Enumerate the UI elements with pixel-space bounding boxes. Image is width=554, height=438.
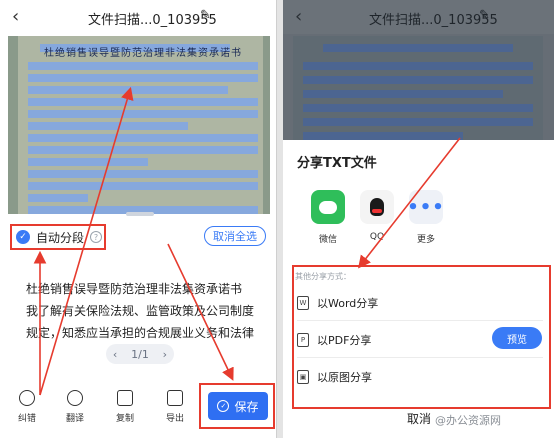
copy-icon: [117, 390, 133, 406]
recognized-text-line[interactable]: 规定，知悉应当承担的合规展业义务和法律: [26, 324, 254, 341]
export-tool[interactable]: 导出: [160, 390, 190, 424]
share-image-option[interactable]: ▣ 以原图分享: [297, 369, 372, 385]
word-icon: W: [297, 296, 309, 310]
dimmed-top-bar: ‹ 文件扫描...0_103955 ✎: [283, 0, 554, 34]
qq-icon: [360, 190, 394, 224]
divider: [297, 320, 543, 321]
save-button[interactable]: ✓ 保存: [208, 392, 268, 420]
correct-label: 纠错: [17, 414, 36, 424]
dimmed-document: [293, 36, 543, 140]
cancel-button[interactable]: 取消: [407, 410, 431, 427]
share-option-label: 以Word分享: [317, 297, 379, 310]
auto-paragraph-toggle[interactable]: ✓ 自动分段 ?: [10, 224, 106, 250]
back-arrow-icon[interactable]: ‹: [295, 6, 302, 27]
copy-label: 复制: [115, 414, 134, 424]
left-screen: ‹ 文件扫描...0_103955 ✎ 杜绝销售误导暨防范治理非法集资承诺书 ✓…: [0, 0, 277, 438]
share-option-label: 以原图分享: [317, 371, 372, 384]
correct-tool[interactable]: 纠错: [12, 390, 42, 424]
correct-icon: [19, 390, 35, 406]
page-pager: ‹ 1/1 ›: [106, 344, 174, 364]
recognized-text-line[interactable]: 我了解有关保险法规、监管政策及公司制度: [26, 302, 254, 319]
share-wechat[interactable]: 微信: [309, 190, 347, 245]
drag-handle[interactable]: [126, 212, 154, 216]
export-label: 导出: [165, 414, 184, 424]
cancel-select-all-button[interactable]: 取消全选: [204, 226, 266, 246]
watermark: @办公资源网: [435, 414, 501, 427]
top-bar: ‹ 文件扫描...0_103955 ✎: [0, 0, 276, 34]
check-circle-icon: ✓: [16, 230, 30, 244]
dimmed-background: ‹ 文件扫描...0_103955 ✎: [283, 0, 554, 140]
more-icon: •••: [407, 190, 444, 224]
translate-label: 翻译: [65, 414, 84, 424]
save-label: 保存: [234, 399, 259, 414]
copy-tool[interactable]: 复制: [110, 390, 140, 424]
export-icon: [167, 390, 183, 406]
edit-pencil-icon[interactable]: ✎: [479, 8, 490, 23]
divider: [297, 357, 543, 358]
check-icon: ✓: [217, 400, 230, 412]
share-sheet-title: 分享TXT文件: [297, 156, 377, 171]
edit-pencil-icon[interactable]: ✎: [200, 8, 211, 23]
translate-tool[interactable]: 翻译: [60, 390, 90, 424]
file-title: 文件扫描...0_103955: [88, 13, 217, 28]
recognized-text-line[interactable]: 杜绝销售误导暨防范治理非法集资承诺书: [26, 280, 242, 297]
help-icon[interactable]: ?: [90, 231, 103, 243]
share-app-name: QQ: [369, 232, 385, 242]
translate-icon: [67, 390, 83, 406]
share-app-name: 微信: [318, 235, 337, 245]
image-icon: ▣: [297, 370, 309, 384]
share-app-name: 更多: [416, 235, 435, 245]
auto-paragraph-label: 自动分段: [36, 230, 85, 245]
share-option-label: 以PDF分享: [317, 334, 372, 347]
share-qq[interactable]: QQ: [358, 190, 396, 242]
right-screen: ‹ 文件扫描...0_103955 ✎ 分享TXT文件 微信 QQ ••• 更多: [283, 0, 554, 438]
document-heading: 杜绝销售误导暨防范治理非法集资承诺书: [44, 48, 242, 59]
wechat-icon: [311, 190, 345, 224]
prev-page-icon[interactable]: ‹: [113, 348, 117, 361]
scanned-document-image: 杜绝销售误导暨防范治理非法集资承诺书: [8, 36, 270, 214]
share-pdf-option[interactable]: P 以PDF分享: [297, 332, 371, 348]
next-page-icon[interactable]: ›: [163, 348, 167, 361]
page-indicator: 1/1: [131, 347, 149, 361]
pdf-icon: P: [297, 333, 309, 347]
share-more[interactable]: ••• 更多: [407, 190, 445, 245]
preview-button[interactable]: 预览: [492, 327, 542, 349]
share-word-option[interactable]: W 以Word分享: [297, 295, 378, 311]
share-sheet: 分享TXT文件 微信 QQ ••• 更多 其他分享方式： W 以Word分享 P…: [283, 140, 554, 438]
back-arrow-icon[interactable]: ‹: [12, 6, 19, 27]
